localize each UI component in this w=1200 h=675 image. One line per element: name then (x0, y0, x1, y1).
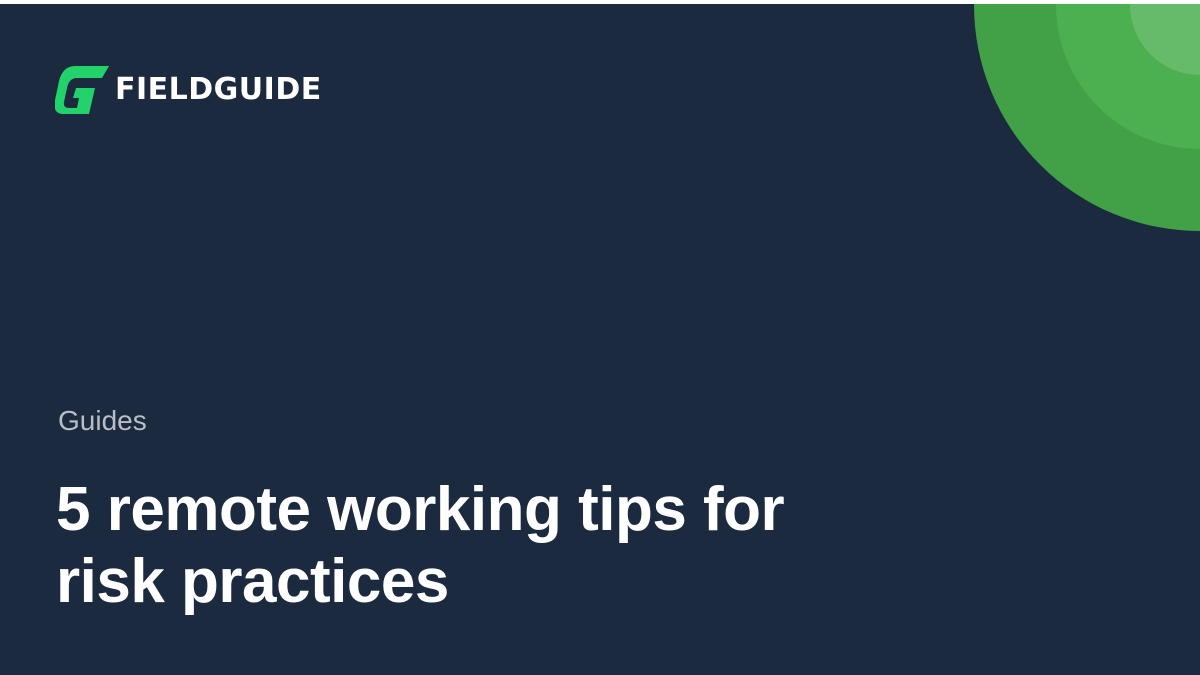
fieldguide-g-logo-icon (55, 66, 109, 114)
article-category[interactable]: Guides (58, 407, 147, 435)
brand-logo[interactable]: FIELDGUIDE (55, 62, 322, 118)
article-title-line-1: 5 remote working tips for (56, 475, 785, 544)
circle-outer (974, 4, 1200, 231)
hero-card: FIELDGUIDE Guides 5 remote working tips … (0, 4, 1200, 675)
article-title: 5 remote working tips for risk practices (56, 474, 956, 618)
brand-name: FIELDGUIDE (115, 72, 322, 107)
circle-inner (1130, 4, 1200, 75)
article-title-line-2: risk practices (56, 547, 449, 616)
circle-middle (1056, 4, 1200, 149)
